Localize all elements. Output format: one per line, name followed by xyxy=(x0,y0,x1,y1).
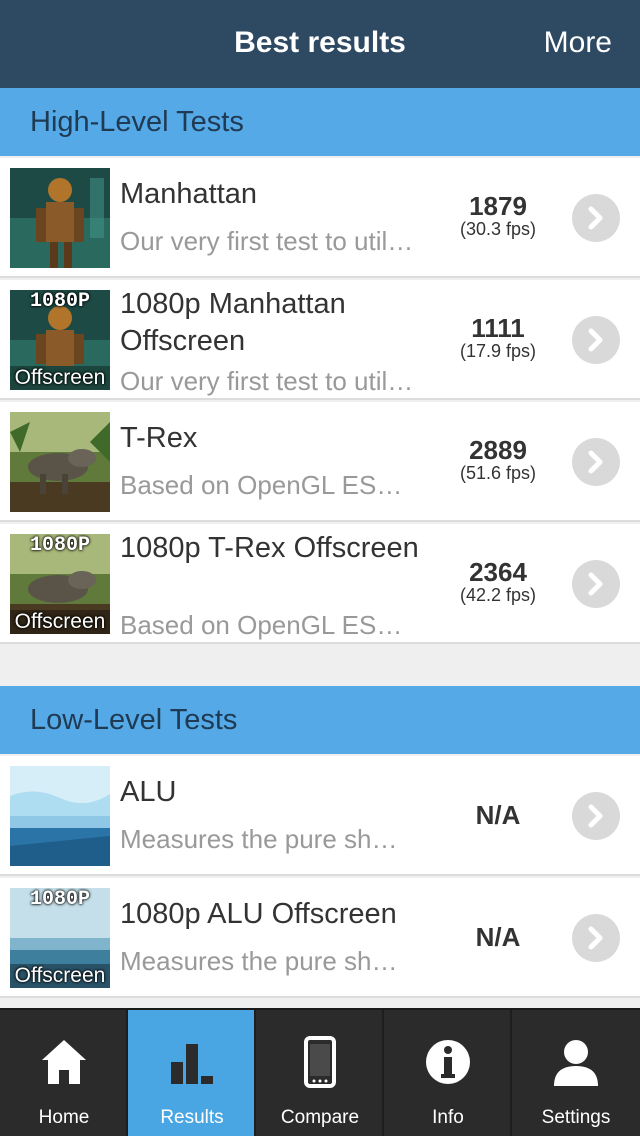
info-icon xyxy=(426,1040,470,1084)
section-header-high-level: High-Level Tests xyxy=(0,88,640,156)
test-fps: (42.2 fps) xyxy=(459,585,537,605)
tab-compare[interactable]: Compare xyxy=(256,1010,384,1136)
resolution-badge: 1080P xyxy=(29,534,90,557)
resolution-badge: 1080P xyxy=(29,290,90,313)
chevron-right-icon[interactable] xyxy=(572,792,620,840)
test-row-alu[interactable]: ALU Measures the pure sh… N/A xyxy=(0,756,640,876)
test-row-1080p-t-rex-offscreen[interactable]: 1080P Offscreen 1080p T-Rex Offscreen Ba… xyxy=(0,524,640,644)
test-row-manhattan[interactable]: Manhattan Our very first test to util… 1… xyxy=(0,158,640,278)
test-description: Measures the pure sh… xyxy=(120,824,398,854)
offscreen-badge: Offscreen xyxy=(10,964,110,988)
test-score: 2364 xyxy=(469,557,527,587)
tab-info[interactable]: Info xyxy=(384,1010,512,1136)
top-bar: Best results More xyxy=(0,0,640,88)
test-score: N/A xyxy=(475,922,521,952)
test-thumbnail xyxy=(10,412,110,512)
chevron-right-icon[interactable] xyxy=(572,316,620,364)
test-row-1080p-alu-offscreen[interactable]: 1080P Offscreen 1080p ALU Offscreen Meas… xyxy=(0,878,640,998)
chevron-right-icon[interactable] xyxy=(572,560,620,608)
test-fps: (30.3 fps) xyxy=(459,219,537,239)
test-name: 1080p ALU Offscreen xyxy=(120,898,397,930)
test-description: Based on OpenGL ES… xyxy=(120,470,403,500)
offscreen-badge: Offscreen xyxy=(10,366,110,390)
test-thumbnail: 1080P Offscreen xyxy=(10,290,110,390)
offscreen-badge: Offscreen xyxy=(10,610,110,634)
test-description: Our very first test to util… xyxy=(120,366,414,396)
bar-chart-icon xyxy=(171,1044,213,1084)
chevron-right-icon[interactable] xyxy=(572,438,620,486)
test-thumbnail: 1080P Offscreen xyxy=(10,534,110,634)
resolution-badge: 1080P xyxy=(29,888,90,911)
test-fps: (51.6 fps) xyxy=(459,463,537,483)
test-description: Based on OpenGL ES… xyxy=(120,610,403,640)
test-row-1080p-manhattan-offscreen[interactable]: 1080P Offscreen 1080p Manhattan Offscree… xyxy=(0,280,640,400)
tab-results[interactable]: Results xyxy=(128,1010,256,1136)
tab-label: Results xyxy=(160,1107,224,1128)
test-score: 2889 xyxy=(469,435,527,465)
section-header-low-level: Low-Level Tests xyxy=(0,686,640,754)
tab-label: Settings xyxy=(541,1107,611,1128)
tab-settings[interactable]: Settings xyxy=(512,1010,640,1136)
phone-icon xyxy=(304,1036,336,1088)
tab-label: Info xyxy=(432,1107,464,1128)
more-button[interactable]: More xyxy=(544,26,612,60)
test-thumbnail: 1080P Offscreen xyxy=(10,888,110,988)
test-name: 1080p T-Rex Offscreen xyxy=(120,532,419,564)
test-description: Our very first test to util… xyxy=(120,226,414,256)
test-score: N/A xyxy=(475,800,521,830)
test-name: ALU xyxy=(120,776,177,808)
tab-bar: Home Results Compare Info Settings xyxy=(0,1008,640,1136)
test-thumbnail xyxy=(10,168,110,268)
chevron-right-icon[interactable] xyxy=(572,914,620,962)
test-score: 1879 xyxy=(469,191,527,221)
user-icon xyxy=(554,1040,598,1086)
home-icon xyxy=(42,1040,86,1084)
tab-home[interactable]: Home xyxy=(0,1010,128,1136)
tab-label: Compare xyxy=(280,1107,360,1128)
test-name: T-Rex xyxy=(120,422,198,454)
test-description: Measures the pure sh… xyxy=(120,946,398,976)
test-thumbnail xyxy=(10,766,110,866)
tab-label: Home xyxy=(38,1107,90,1128)
test-name: 1080p Manhattan Offscreen xyxy=(120,288,346,357)
test-name: Manhattan xyxy=(120,178,258,210)
test-fps: (17.9 fps) xyxy=(459,341,537,361)
test-score: 1111 xyxy=(471,313,525,343)
test-row-t-rex[interactable]: T-Rex Based on OpenGL ES… 2889 (51.6 fps… xyxy=(0,402,640,522)
chevron-right-icon[interactable] xyxy=(572,194,620,242)
